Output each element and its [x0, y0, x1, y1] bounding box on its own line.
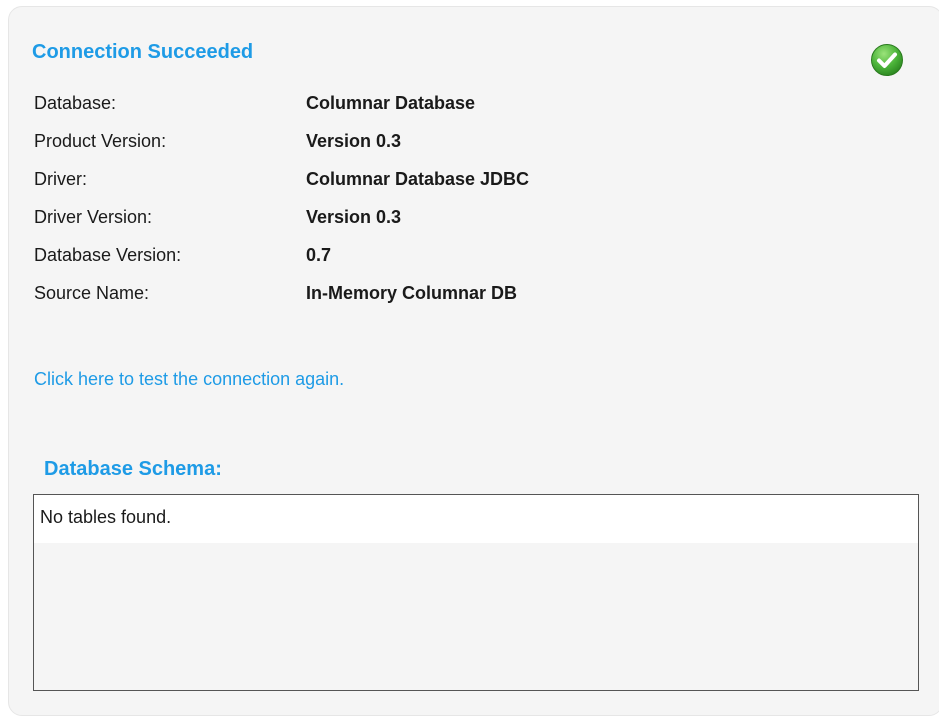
info-row-product-version: Product Version: Version 0.3 [34, 130, 734, 168]
info-label: Database: [34, 93, 117, 113]
info-label: Driver Version: [34, 207, 153, 227]
info-row-database: Database: Columnar Database [34, 92, 734, 130]
info-label: Source Name: [34, 283, 150, 303]
info-label: Driver: [34, 169, 87, 189]
info-row-driver-version: Driver Version: Version 0.3 [34, 206, 734, 244]
info-row-source-name: Source Name: In-Memory Columnar DB [34, 282, 734, 320]
info-value: Version 0.3 [306, 207, 402, 227]
schema-empty-message: No tables found. [34, 495, 918, 543]
test-connection-again-link[interactable]: Click here to test the connection again. [34, 369, 344, 390]
info-label: Product Version: [34, 131, 167, 151]
schema-list-box[interactable]: No tables found. [33, 494, 919, 691]
info-value: Columnar Database JDBC [306, 169, 530, 189]
info-value: Columnar Database [306, 93, 476, 113]
info-value: Version 0.3 [306, 131, 402, 151]
connection-info-table: Database: Columnar Database Product Vers… [34, 92, 734, 320]
info-row-driver: Driver: Columnar Database JDBC [34, 168, 734, 206]
info-row-database-version: Database Version: 0.7 [34, 244, 734, 282]
info-label: Database Version: [34, 245, 182, 265]
connection-status-title: Connection Succeeded [32, 41, 254, 63]
info-value: In-Memory Columnar DB [306, 283, 518, 303]
info-value: 0.7 [306, 245, 332, 265]
database-schema-title: Database Schema: [44, 458, 222, 480]
check-circle-icon [871, 44, 903, 76]
